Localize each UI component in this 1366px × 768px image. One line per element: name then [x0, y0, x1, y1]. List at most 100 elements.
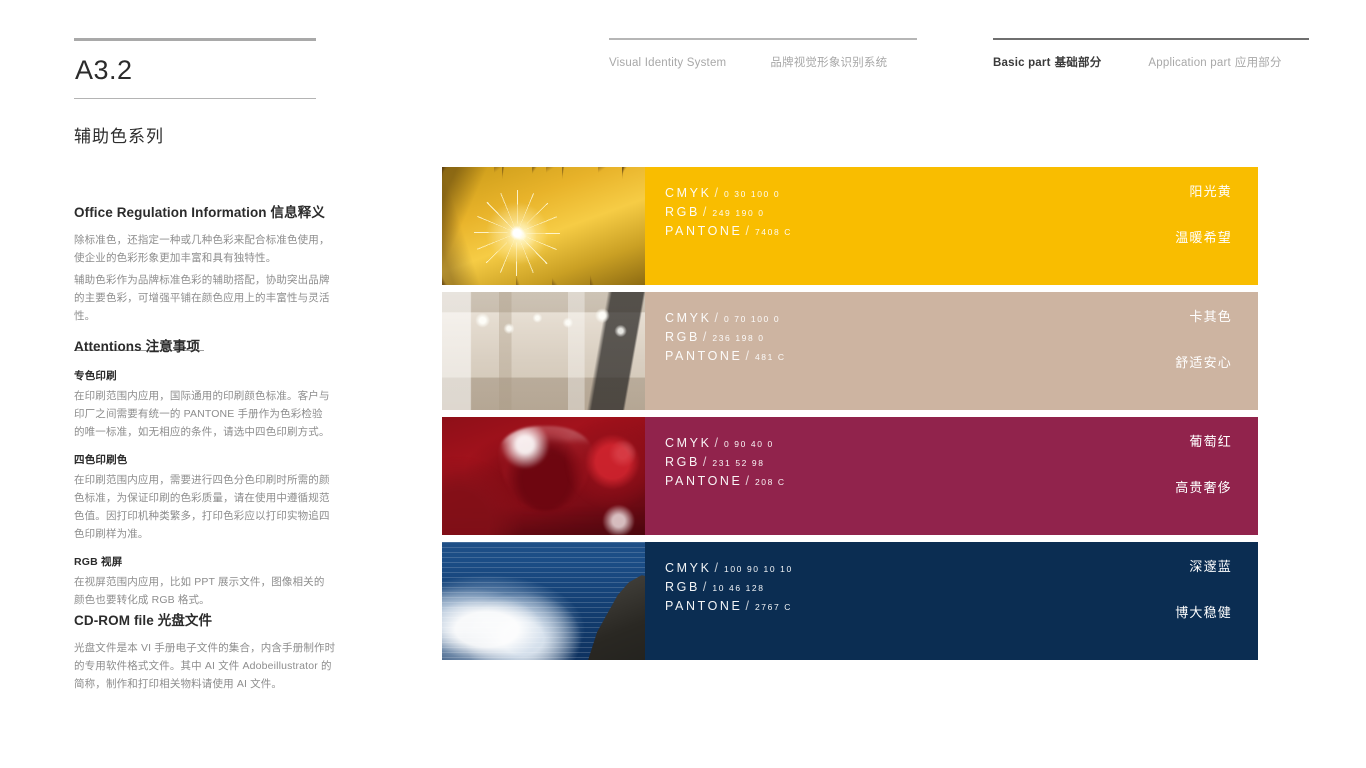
swatch-name: 葡萄红 — [1189, 434, 1232, 449]
office-heading-cn: 信息释义 — [270, 205, 325, 220]
attentions-heading-en: Attentions — [74, 339, 142, 354]
spec-slash: / — [745, 474, 749, 488]
spec-value-pantone: 208 C — [754, 477, 786, 487]
attention-body: 在视屏范围内应用，比如 PPT 展示文件，图像相关的颜色也要转化成 RGB 格式… — [74, 576, 325, 607]
swatch-info: CMYK / 0 70 100 0 RGB / 236 198 0 PANTON… — [645, 292, 1258, 410]
sidebar-section-office-regulation: Office Regulation Information 信息释义 除标准色，… — [74, 204, 332, 325]
nav-label-en: Basic part — [993, 57, 1051, 69]
swatch-name: 卡其色 — [1189, 309, 1232, 324]
nav-part-group: Basic part 基础部分 Application part 应用部分 — [993, 38, 1309, 70]
swatch-names: 深邃蓝 博大稳健 — [1175, 560, 1232, 619]
nav-rule-right — [993, 38, 1309, 40]
spec-key-pantone: PANTONE — [665, 599, 743, 613]
spec-key-cmyk: CMYK — [665, 436, 712, 450]
swatch-names: 卡其色 舒适安心 — [1175, 310, 1232, 369]
spec-key-pantone: PANTONE — [665, 224, 743, 238]
spec-key-pantone: PANTONE — [665, 474, 743, 488]
page-code: A3.2 — [75, 55, 133, 85]
office-paragraph-1: 除标准色，还指定一种或几种色彩来配合标准色使用，使企业的色彩形象更加丰富和具有独… — [74, 233, 330, 264]
spec-value-rgb: 236 198 0 — [712, 333, 765, 343]
spec-rgb: RGB / 10 46 128 — [665, 580, 1232, 594]
page-title: 辅助色系列 — [74, 127, 164, 146]
attention-body: 在印刷范围内应用，国际通用的印刷颜色标准。客户与印厂之间需要有统一的 PANTO… — [74, 389, 330, 438]
spec-slash: / — [702, 330, 707, 344]
swatch-meaning: 温暖希望 — [1175, 230, 1232, 245]
swatch-name: 阳光黄 — [1189, 184, 1232, 199]
spec-cmyk: CMYK / 0 70 100 0 — [665, 311, 1232, 325]
spec-value-rgb: 249 190 0 — [712, 208, 765, 218]
spec-cmyk: CMYK / 0 30 100 0 — [665, 186, 1232, 200]
nav-item-visual-identity-system-cn[interactable]: 品牌视觉形象识别系统 — [770, 54, 887, 70]
auxiliary-color-list: CMYK / 0 30 100 0 RGB / 249 190 0 PANTON… — [442, 167, 1258, 667]
swatch-names: 葡萄红 高贵奢侈 — [1175, 435, 1232, 494]
spec-key-rgb: RGB — [665, 205, 700, 219]
spec-slash: / — [702, 455, 707, 469]
swatch-meaning: 舒适安心 — [1175, 355, 1232, 370]
spec-slash: / — [714, 561, 718, 575]
spec-slash: / — [714, 186, 718, 200]
spec-key-cmyk: CMYK — [665, 186, 712, 200]
nav-system-group: Visual Identity System 品牌视觉形象识别系统 — [609, 38, 917, 70]
spec-value-cmyk: 100 90 10 10 — [724, 564, 793, 574]
swatch-info: CMYK / 0 30 100 0 RGB / 249 190 0 PANTON… — [645, 167, 1258, 285]
cdrom-heading-en: CD-ROM file — [74, 613, 154, 628]
swatch-names: 阳光黄 温暖希望 — [1175, 185, 1232, 244]
spec-rgb: RGB / 249 190 0 — [665, 205, 1232, 219]
nav-label-cn: 品牌视觉形象识别系统 — [770, 57, 888, 69]
spec-value-rgb: 10 46 128 — [712, 583, 765, 593]
nav-item-basic-part[interactable]: Basic part 基础部分 — [993, 54, 1101, 70]
cdrom-heading-cn: 光盘文件 — [157, 613, 213, 628]
attention-item: RGB 视屏 在视屏范围内应用，比如 PPT 展示文件，图像相关的颜色也要转化成… — [74, 554, 332, 609]
office-paragraph-2: 辅助色彩作为品牌标准色彩的辅助搭配，协助突出品牌的主要色彩，可增强平铺在颜色应用… — [74, 273, 330, 323]
cdrom-body: 光盘文件是本 VI 手册电子文件的集合，内含手册制作时的专用软件格式文件。其中 … — [74, 641, 336, 690]
spec-pantone: PANTONE / 208 C — [665, 474, 1232, 488]
color-swatch-row[interactable]: CMYK / 0 90 40 0 RGB / 231 52 98 PANTONE… — [442, 417, 1258, 535]
spec-value-cmyk: 0 30 100 0 — [724, 189, 781, 199]
header-rule-bottom — [74, 98, 316, 99]
swatch-info: CMYK / 100 90 10 10 RGB / 10 46 128 PANT… — [645, 542, 1258, 660]
spec-pantone: PANTONE / 2767 C — [665, 599, 1232, 613]
color-swatch-row[interactable]: CMYK / 0 30 100 0 RGB / 249 190 0 PANTON… — [442, 167, 1258, 285]
cdrom-heading: CD-ROM file 光盘文件 — [74, 612, 336, 631]
swatch-meaning: 高贵奢侈 — [1175, 480, 1232, 495]
spec-key-pantone: PANTONE — [665, 349, 743, 363]
attention-subhead: 四色印刷色 — [74, 454, 128, 467]
attention-body: 在印刷范围内应用，需要进行四色分色印刷时所需的颜色标准，为保证印刷的色彩质量，请… — [74, 474, 330, 541]
header-rule-top — [74, 38, 316, 41]
swatch-photo-beige-interior-room — [442, 292, 645, 410]
nav-label-cn: 应用部分 — [1234, 57, 1282, 69]
attention-subhead: RGB 视屏 — [74, 556, 123, 569]
spec-key-cmyk: CMYK — [665, 311, 712, 325]
swatch-info: CMYK / 0 90 40 0 RGB / 231 52 98 PANTONE… — [645, 417, 1258, 535]
spec-value-cmyk: 0 70 100 0 — [724, 314, 781, 324]
nav-item-visual-identity-system[interactable]: Visual Identity System — [609, 57, 726, 69]
spec-value-rgb: 231 52 98 — [712, 458, 765, 468]
spec-slash: / — [745, 224, 749, 238]
spec-rgb: RGB / 236 198 0 — [665, 330, 1232, 344]
spec-key-cmyk: CMYK — [665, 561, 712, 575]
office-heading-en: Office Regulation Information — [74, 205, 267, 220]
spec-key-rgb: RGB — [665, 455, 700, 469]
sidebar-section-attentions: Attentions 注意事项 专色印刷 在印刷范围内应用，国际通用的印刷颜色标… — [74, 338, 332, 609]
spec-value-pantone: 481 C — [754, 352, 786, 362]
nav-label-cn: 基础部分 — [1054, 57, 1102, 69]
spec-slash: / — [714, 436, 718, 450]
nav-rule-left — [609, 38, 917, 40]
attentions-heading: Attentions 注意事项 — [74, 338, 332, 357]
office-heading: Office Regulation Information 信息释义 — [74, 204, 332, 223]
spec-slash: / — [745, 349, 749, 363]
spec-cmyk: CMYK / 100 90 10 10 — [665, 561, 1232, 575]
spec-pantone: PANTONE / 481 C — [665, 349, 1232, 363]
swatch-photo-ocean-waves-rocks — [442, 542, 645, 660]
nav-item-application-part[interactable]: Application part 应用部分 — [1148, 54, 1281, 70]
color-swatch-row[interactable]: CMYK / 100 90 10 10 RGB / 10 46 128 PANT… — [442, 542, 1258, 660]
spec-pantone: PANTONE / 7408 C — [665, 224, 1232, 238]
nav-label-en: Visual Identity System — [609, 57, 727, 69]
attention-subhead: 专色印刷 — [74, 369, 117, 382]
spec-slash: / — [714, 311, 718, 325]
color-swatch-row[interactable]: CMYK / 0 70 100 0 RGB / 236 198 0 PANTON… — [442, 292, 1258, 410]
attention-item: 专色印刷 在印刷范围内应用，国际通用的印刷颜色标准。客户与印厂之间需要有统一的 … — [74, 368, 332, 441]
spec-key-rgb: RGB — [665, 330, 700, 344]
page-header: A3.2 辅助色系列 — [74, 38, 332, 147]
attention-item: 四色印刷色 在印刷范围内应用，需要进行四色分色印刷时所需的颜色标准，为保证印刷的… — [74, 452, 332, 543]
